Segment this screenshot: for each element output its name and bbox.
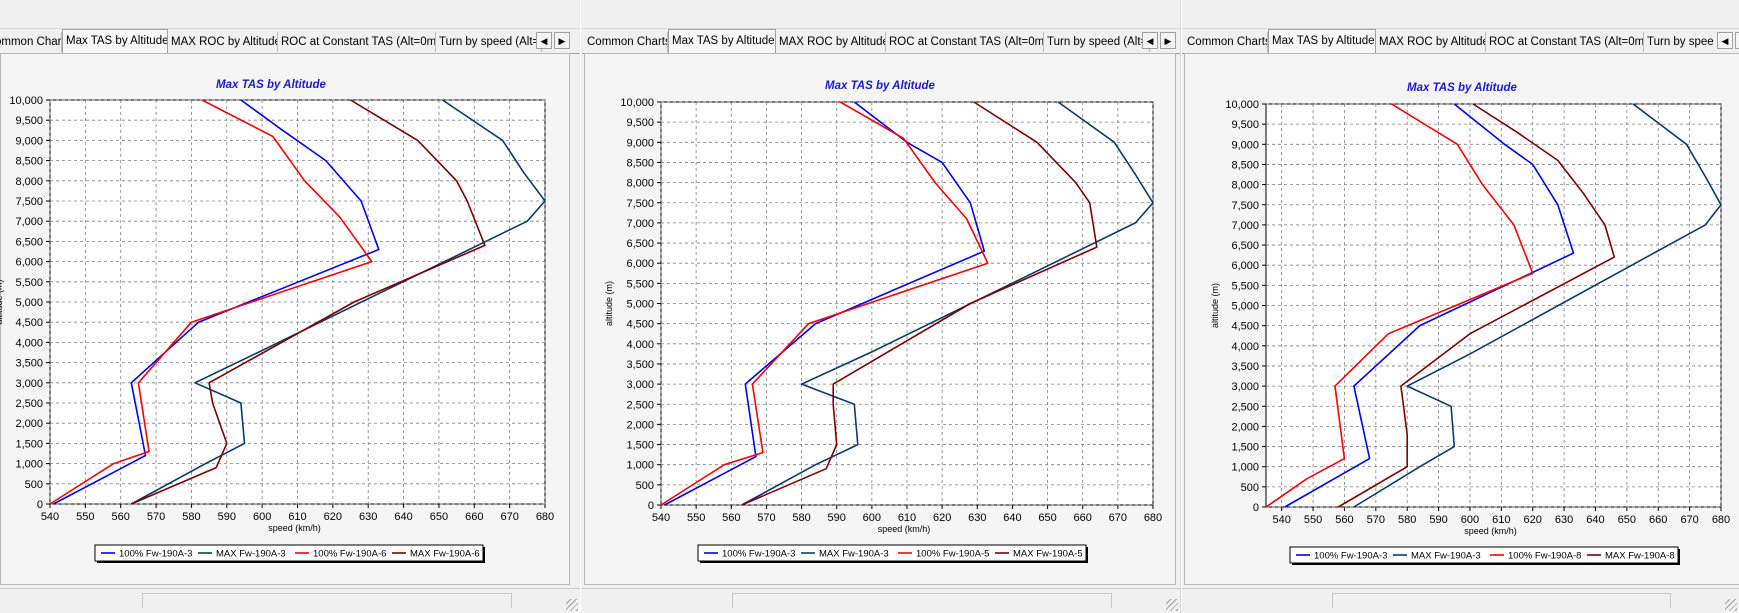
tab-strip: Common Charts Max TAS by Altitude MAX ROC … [582,29,1180,54]
tab-roc-at-constant-tas[interactable]: ROC at Constant TAS (Alt=0m) [1486,32,1644,52]
tab-scroll-right-button[interactable]: ▶ [1735,32,1739,49]
status-bar [582,588,1180,613]
chart-window-inner: Common Charts Max TAS by Altitude MAX ROC … [582,0,1180,613]
title-area [1182,0,1739,29]
tab-roc-at-constant-tas[interactable]: ROC at Constant TAS (Alt=0m) [886,32,1044,52]
tab-strip: Common Charts Max TAS by Altitude MAX ROC … [1182,29,1739,54]
tab-max-roc-by-altitude[interactable]: MAX ROC by Altitude [776,32,886,52]
tab-max-roc-by-altitude[interactable]: MAX ROC by Altitude [1376,32,1486,52]
tab-common-charts[interactable]: Common Charts [1184,32,1268,52]
chart-window-inner: Common Charts Max TAS by Altitude MAX ROC … [1182,0,1739,613]
status-bar [0,588,580,613]
resize-grip-icon[interactable] [1725,599,1737,611]
status-segment [142,593,512,608]
tab-scroll-left-button[interactable]: ◀ [536,32,552,49]
chart-area [1184,53,1739,585]
tab-max-tas-by-altitude[interactable]: Max TAS by Altitude [668,29,776,53]
tab-common-charts[interactable]: ommon Charts [0,32,62,52]
tab-scroll-left-button[interactable]: ◀ [1142,32,1158,49]
tab-max-tas-by-altitude[interactable]: Max TAS by Altitude [62,29,168,53]
resize-grip-icon[interactable] [1166,599,1178,611]
chart-window: ommon ChartsMax TAS by AltitudeMAX ROC b… [0,0,580,613]
tab-strip: ommon ChartsMax TAS by AltitudeMAX ROC b… [0,29,580,54]
tab-scroll-right-button[interactable]: ▶ [554,32,570,49]
chart-area [0,53,570,585]
chart-window-inner: ommon ChartsMax TAS by AltitudeMAX ROC b… [0,0,580,613]
tab-max-tas-by-altitude[interactable]: Max TAS by Altitude [1268,29,1376,53]
tab-scroll-left-button[interactable]: ◀ [1717,32,1733,49]
title-area [582,0,1180,29]
tab-scroll-right-button[interactable]: ▶ [1160,32,1176,49]
tab-common-charts[interactable]: Common Charts [584,32,668,52]
title-area [0,0,580,29]
chart-window: Common Charts Max TAS by Altitude MAX ROC … [582,0,1180,613]
tab-turn-by-speed[interactable]: Turn by speed (Alt= [436,32,542,52]
tab-turn-by-speed[interactable]: Turn by speed (Alt= [1044,32,1150,52]
tab-roc-at-constant-tas[interactable]: ROC at Constant TAS (Alt=0m) [278,32,436,52]
status-segment [732,593,1112,608]
status-bar [1182,588,1739,613]
chart-window: Common Charts Max TAS by Altitude MAX ROC … [1182,0,1739,613]
status-segment [1332,593,1671,608]
tab-max-roc-by-altitude[interactable]: MAX ROC by Altitude [168,32,278,52]
chart-area [584,53,1176,585]
resize-grip-icon[interactable] [566,599,578,611]
